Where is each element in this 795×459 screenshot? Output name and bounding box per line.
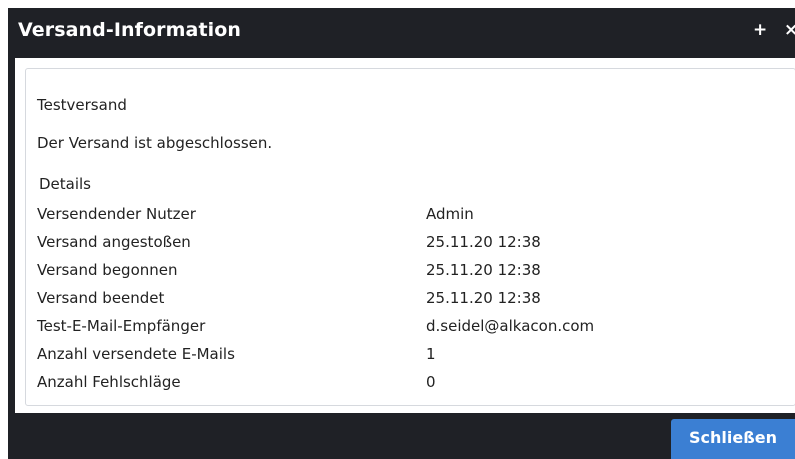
- detail-value: 1: [426, 345, 436, 363]
- detail-row-recipient: Test-E-Mail-Empfänger d.seidel@alkacon.c…: [37, 313, 777, 341]
- close-icon[interactable]: ×: [784, 20, 795, 40]
- detail-row-triggered: Versand angestoßen 25.11.20 12:38: [37, 229, 777, 257]
- detail-label: Versand begonnen: [37, 261, 178, 279]
- details-heading: Details: [39, 175, 92, 193]
- detail-value: 25.11.20 12:38: [426, 289, 541, 307]
- detail-value: 0: [426, 373, 436, 391]
- detail-value: 25.11.20 12:38: [426, 261, 541, 279]
- detail-label: Anzahl Fehlschläge: [37, 373, 181, 391]
- detail-label: Anzahl versendete E-Mails: [37, 345, 235, 363]
- details-list: Versendender Nutzer Admin Versand angest…: [37, 201, 777, 397]
- dispatch-subject: Testversand: [37, 96, 127, 114]
- maximize-icon[interactable]: +: [753, 20, 767, 40]
- detail-label: Test-E-Mail-Empfänger: [37, 317, 206, 335]
- info-panel: Testversand Der Versand ist abgeschlosse…: [25, 68, 795, 406]
- detail-row-sent-count: Anzahl versendete E-Mails 1: [37, 341, 777, 369]
- detail-row-started: Versand begonnen 25.11.20 12:38: [37, 257, 777, 285]
- dialog-titlebar[interactable]: Versand-Information + ×: [8, 8, 795, 54]
- dialog-title: Versand-Information: [18, 19, 242, 41]
- detail-value: Admin: [426, 205, 474, 223]
- detail-label: Versand angestoßen: [37, 233, 191, 251]
- close-button[interactable]: Schließen: [671, 419, 795, 459]
- detail-row-failures: Anzahl Fehlschläge 0: [37, 369, 777, 397]
- detail-label: Versendender Nutzer: [37, 205, 196, 223]
- detail-value: 25.11.20 12:38: [426, 233, 541, 251]
- detail-label: Versand beendet: [37, 289, 165, 307]
- detail-value: d.seidel@alkacon.com: [426, 317, 595, 335]
- detail-row-user: Versendender Nutzer Admin: [37, 201, 777, 229]
- dispatch-status: Der Versand ist abgeschlossen.: [37, 134, 273, 152]
- detail-row-finished: Versand beendet 25.11.20 12:38: [37, 285, 777, 313]
- dialog-content: Testversand Der Versand ist abgeschlosse…: [15, 58, 795, 413]
- dispatch-info-dialog: Versand-Information + × Testversand Der …: [8, 8, 795, 459]
